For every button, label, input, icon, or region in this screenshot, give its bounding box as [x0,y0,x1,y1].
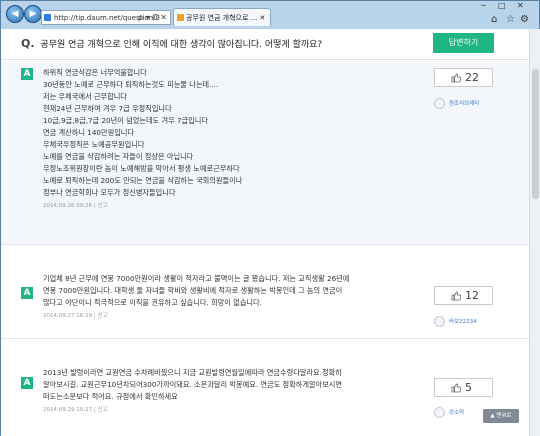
answer-text: 하위직 연금삭감은 너무억울합니다 30년동안 노예로 근무하다 퇴직하는것도 … [43,67,388,212]
answer-line: 우체국우정직은 노예공무원입니다 [43,140,145,149]
home-icon[interactable]: ⌂ [491,14,497,25]
favorites-icon[interactable]: ☆ [506,14,515,25]
thumbs-up-icon [451,73,461,83]
answer-badge: A [21,377,33,389]
answer-user[interactable]: 강소막 [434,407,464,418]
back-button[interactable]: ◀ [6,5,24,23]
question-title: Q. 공무원 연금 개혁으로 인해 이직에 대한 생각이 많아집니다. 어떻게 … [21,37,322,50]
answer-meta[interactable]: 2014.09.26 09:26 | 신고 [43,200,388,212]
close-window-button[interactable]: ✕ [517,1,524,10]
scroll-to-top-button[interactable]: ▲ 맨위로 [483,409,519,423]
answer-line: 알아보시길. 교원근무10년차되어300가까이돼요. 소문과달리 박봉예요. 연… [43,380,343,389]
answer-meta[interactable]: 2014.09.27 16:29 | 신고 [43,310,388,322]
forward-button[interactable]: ▶ [24,5,42,23]
answer-badge: A [21,68,33,80]
answer-badge: A [21,287,33,299]
answer-line: 기업체 8년 근무에 연봉 7000만원이라 생활이 적자라고 불멱이는 글 봤… [43,274,350,283]
thumbs-up-icon [451,383,461,393]
answer-line: 연봉 7000만원입니다. 대학생 둘 자녀들 학비와 생활비에 적자로 생활하… [43,286,343,295]
tab-favicon-icon [177,14,184,21]
answer-item: A 2013년 발령이라면 교원연금 수차례바꿨으니 지금 교원발령연월일에따라… [1,345,529,436]
answer-line: 현재24년 근무하여 겨우 7급 우정직입니다 [43,104,172,113]
maximize-button[interactable]: □ [498,1,506,10]
question-prefix: Q. [21,37,35,50]
question-text: 공무원 연금 개혁으로 인해 이직에 대한 생각이 많아집니다. 어떻게 할까요… [40,40,323,50]
page-content: Q. 공무원 연금 개혁으로 인해 이직에 대한 생각이 많아집니다. 어떻게 … [1,29,529,436]
thumbs-up-icon [451,291,461,301]
answer-user[interactable]: 원조리브레타 [434,98,479,109]
answer-meta[interactable]: 2014.09.29 10:27 | 신고 [43,404,388,416]
settings-gear-icon[interactable]: ⚙ [520,14,529,25]
user-name: 강소막 [449,410,465,416]
answer-item: A 하위직 연금삭감은 너무억울합니다 30년동안 노예로 근무하다 퇴직하는것… [1,61,529,245]
minimize-button[interactable]: ─ [481,1,486,10]
answer-button[interactable]: 답변하기 [433,33,494,53]
like-count: 22 [465,71,479,84]
answer-line: 하위직 연금삭감은 너무억울합니다 [43,68,147,77]
question-bar: Q. 공무원 연금 개혁으로 인해 이직에 대한 생각이 많아집니다. 어떻게 … [1,29,529,60]
answer-text: 2013년 발령이라면 교원연금 수차례바꿨으니 지금 교원발령연월일에따라 연… [43,367,388,416]
answer-user[interactable]: 바보22234 [434,316,477,327]
answer-line: 저는 우체국에서 근무합니다 [43,92,127,101]
user-name: 원조리브레타 [449,101,480,107]
answer-line: 노예를 연금을 삭감하려는 자들이 정상은 아닙니다 [43,152,194,161]
answer-line: 10급,9급,8급,7급 20년이 넘었는데도 겨우 7급입니다 [43,116,208,125]
vertical-scrollbar[interactable] [529,29,540,436]
answer-line: 노예로 퇴직하는데 200도 안되는 연금을 삭감하는 국회의원들이나 [43,176,243,185]
answer-line: 정부나 연금학회나 모두가 정신병자들입니다 [43,188,176,197]
answer-line: 떠도는소문보다 적어요. 규정에서 확인하세요 [43,392,178,401]
answer-text: 기업체 8년 근무에 연봉 7000만원이라 생활이 적자라고 불멱이는 글 봤… [43,273,388,322]
answer-item: A 기업체 8년 근무에 연봉 7000만원이라 생활이 적자라고 불멱이는 글… [1,251,529,339]
avatar [434,316,445,327]
tab-title: 공무원 연금 개혁으로 ... ✕ [186,14,266,22]
browser-window: ◀ ▶ http://tip.daum.net/question/8 ρ ▾ C… [0,0,540,436]
scrollbar-thumb[interactable] [532,69,539,199]
site-favicon-icon [44,14,51,21]
answer-line: 우정노조위원장이란 놈이 노예해방을 막아서 평생 노예로근무하다 [43,164,240,173]
like-count: 12 [465,289,479,302]
answer-line: 많다고 야단이니 적극적으로 이직을 권유하고 싶습니다. 희망이 없습니다. [43,298,262,307]
answer-line: 2013년 발령이라면 교원연금 수차례바꿨으니 지금 교원발령연월일에따라 연… [43,368,342,377]
browser-toolbar: ◀ ▶ http://tip.daum.net/question/8 ρ ▾ C… [1,1,540,29]
like-button[interactable]: 5 [434,378,493,397]
like-button[interactable]: 12 [434,286,493,305]
avatar [434,98,445,109]
browser-tab[interactable]: 공무원 연금 개혁으로 ... ✕ [173,8,271,26]
address-tools[interactable]: ρ ▾ C ✕ [138,10,167,25]
answer-line: 연금 계산하니 140만원입니다 [43,128,135,137]
answer-line: 30년동안 노예로 근무하다 퇴직하는것도 피눈물 나는데.... [43,80,219,89]
like-count: 5 [465,381,472,394]
user-name: 바보22234 [449,319,477,325]
like-button[interactable]: 22 [434,68,493,87]
avatar [434,407,445,418]
